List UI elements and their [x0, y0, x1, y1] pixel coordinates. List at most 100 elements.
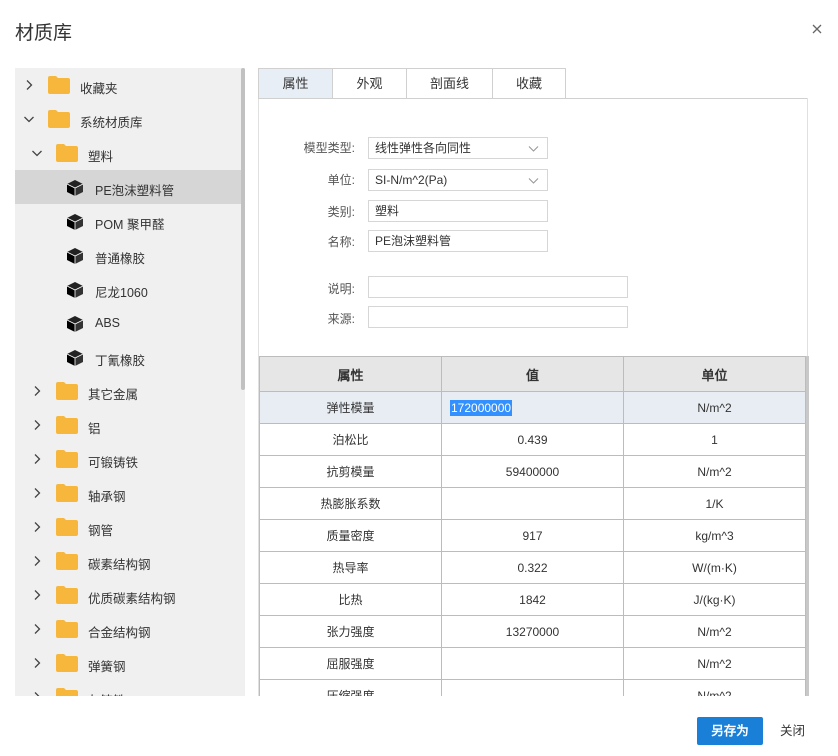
value-cell[interactable]: 172000000 [441, 391, 624, 424]
chevron-right-icon[interactable] [31, 487, 43, 499]
folder-icon [56, 143, 78, 162]
chevron-right-icon[interactable] [31, 385, 43, 397]
tree-material-item[interactable]: POM 聚甲醛 [15, 204, 245, 238]
folder-icon [56, 449, 78, 468]
tree-material-item[interactable]: 普通橡胶 [15, 238, 245, 272]
table-row[interactable]: 屈服强度 N/m^2 [259, 647, 806, 680]
tree-material-item[interactable]: ABS [15, 306, 245, 340]
table-scrollbar[interactable] [806, 356, 809, 696]
header-property: 属性 [259, 356, 442, 392]
tree-material-item[interactable]: 尼龙1060 [15, 272, 245, 306]
value-cell[interactable]: 1842 [441, 583, 624, 616]
close-button[interactable]: 关闭 [780, 717, 805, 745]
tree-material-item[interactable]: PE泡沫塑料管 [15, 170, 245, 204]
tree-folder-item[interactable]: 铝 [15, 408, 245, 442]
value-cell[interactable]: 13270000 [441, 615, 624, 648]
unit-cell: kg/m^3 [623, 519, 806, 552]
property-cell: 比热 [259, 583, 442, 616]
source-label: 来源: [327, 312, 355, 326]
table-row[interactable]: 比热 1842 J/(kg·K) [259, 583, 806, 616]
table-row[interactable]: 热导率 0.322 W/(m·K) [259, 551, 806, 584]
tree-folder-item[interactable]: 收藏夹 [15, 68, 245, 102]
tree-folder-item[interactable]: 轴承钢 [15, 476, 245, 510]
tree-folder-item[interactable]: 可锻铸铁 [15, 442, 245, 476]
chevron-right-icon[interactable] [31, 691, 43, 696]
folder-icon [56, 585, 78, 604]
table-row[interactable]: 张力强度 13270000 N/m^2 [259, 615, 806, 648]
table-header-row: 属性 值 单位 [259, 356, 806, 392]
tree-item-label: 收藏夹 [80, 82, 118, 96]
unit-select[interactable]: SI-N/m^2(Pa) [368, 169, 548, 191]
unit-cell: 1 [623, 423, 806, 456]
value-cell[interactable]: 917 [441, 519, 624, 552]
property-cell: 张力强度 [259, 615, 442, 648]
unit-cell: N/m^2 [623, 615, 806, 648]
value-cell[interactable] [441, 679, 624, 696]
unit-cell: N/m^2 [623, 647, 806, 680]
table-row[interactable]: 热膨胀系数 1/K [259, 487, 806, 520]
tree-item-label: 铝 [88, 422, 101, 436]
table-row[interactable]: 压缩强度 N/m^2 [259, 679, 806, 696]
chevron-right-icon[interactable] [31, 453, 43, 465]
close-icon[interactable] [810, 22, 824, 36]
value-cell[interactable] [441, 647, 624, 680]
tree-item-label: 碳素结构钢 [88, 558, 151, 572]
value-cell[interactable]: 59400000 [441, 455, 624, 488]
value-cell[interactable]: 0.439 [441, 423, 624, 456]
material-tree[interactable]: 收藏夹系统材质库 塑料 PE泡沫塑料管 POM 聚甲醛普通橡胶尼龙1060 ABS 丁氰橡… [15, 68, 245, 696]
chevron-right-icon[interactable] [31, 657, 43, 669]
tree-folder-item[interactable]: 弹簧钢 [15, 646, 245, 680]
chevron-right-icon[interactable] [31, 589, 43, 601]
value-cell[interactable] [441, 487, 624, 520]
tree-folder-item[interactable]: 合金结构钢 [15, 612, 245, 646]
chevron-down-icon[interactable] [23, 113, 35, 125]
chevron-right-icon[interactable] [23, 79, 35, 91]
property-cell: 质量密度 [259, 519, 442, 552]
tree-folder-item[interactable]: 钢管 [15, 510, 245, 544]
tab-properties[interactable]: 属性 [258, 68, 333, 99]
tree-item-label: ABS [95, 316, 121, 330]
chevron-right-icon[interactable] [31, 419, 43, 431]
chevron-right-icon[interactable] [31, 555, 43, 567]
tree-folder-item[interactable]: 灰铸铁 [15, 680, 245, 696]
chevron-right-icon[interactable] [31, 521, 43, 533]
tree-folder-item[interactable]: 碳素结构钢 [15, 544, 245, 578]
tree-material-item[interactable]: 丁氰橡胶 [15, 340, 245, 374]
selected-value-text[interactable]: 172000000 [450, 399, 513, 416]
material-cube-icon [66, 315, 84, 333]
table-row[interactable]: 泊松比 0.439 1 [259, 423, 806, 456]
tab-favorites[interactable]: 收藏 [492, 68, 566, 99]
folder-icon [48, 109, 70, 128]
tree-item-label: 灰铸铁 [88, 690, 126, 696]
material-cube-icon [66, 213, 84, 231]
tree-folder-item[interactable]: 优质碳素结构钢 [15, 578, 245, 612]
tree-scrollbar[interactable] [241, 68, 245, 390]
chevron-down-icon[interactable] [31, 147, 43, 159]
dialog-title: 材质库 [15, 23, 73, 44]
description-field[interactable] [368, 276, 628, 298]
table-row[interactable]: 抗剪模量 59400000 N/m^2 [259, 455, 806, 488]
chevron-right-icon[interactable] [31, 623, 43, 635]
chevron-down-icon [528, 146, 539, 152]
model-type-value: 线性弹性各向同性 [375, 141, 472, 155]
tree-item-label: 普通橡胶 [95, 252, 146, 266]
tree-item-label: PE泡沫塑料管 [95, 184, 175, 198]
source-field[interactable] [368, 306, 628, 328]
category-field[interactable]: 塑料 [368, 200, 548, 222]
material-cube-icon [66, 281, 84, 299]
value-cell[interactable]: 0.322 [441, 551, 624, 584]
save-as-button[interactable]: 另存为 [697, 717, 763, 745]
material-cube-icon [66, 247, 84, 265]
tree-folder-item[interactable]: 系统材质库 [15, 102, 245, 136]
table-row[interactable]: 质量密度 917 kg/m^3 [259, 519, 806, 552]
header-value: 值 [441, 356, 624, 392]
tab-hatch[interactable]: 剖面线 [406, 68, 493, 99]
material-cube-icon [66, 349, 84, 367]
tree-folder-item[interactable]: 其它金属 [15, 374, 245, 408]
table-row[interactable]: 弹性模量 172000000 N/m^2 [259, 391, 806, 424]
tree-item-label: 弹簧钢 [88, 660, 126, 674]
name-field[interactable]: PE泡沫塑料管 [368, 230, 548, 252]
tab-appearance[interactable]: 外观 [332, 68, 407, 99]
tree-folder-item[interactable]: 塑料 [15, 136, 245, 170]
model-type-select[interactable]: 线性弹性各向同性 [368, 137, 548, 159]
